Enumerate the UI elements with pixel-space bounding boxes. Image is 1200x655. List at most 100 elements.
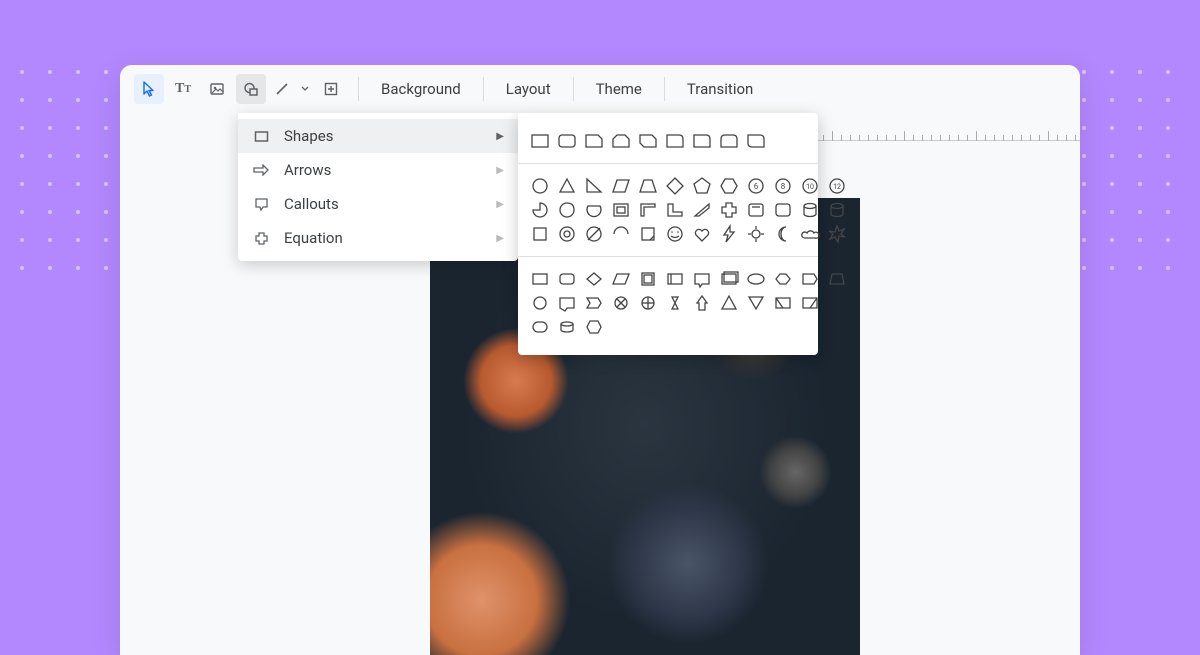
shape-pentagon[interactable]: [692, 176, 712, 196]
shape-diag-stripe[interactable]: [692, 200, 712, 220]
shape-flow-round2[interactable]: [530, 317, 550, 337]
shape-snip-diag[interactable]: [638, 131, 658, 151]
shape-flow-plus[interactable]: [638, 293, 658, 313]
text-tool[interactable]: TT: [168, 74, 198, 104]
background-button[interactable]: Background: [371, 74, 471, 104]
shape-rectangle[interactable]: [530, 131, 550, 151]
shape-flow-doc[interactable]: [638, 269, 658, 289]
shape-flow-card[interactable]: [746, 269, 766, 289]
shape-flow-x[interactable]: [665, 293, 685, 313]
shape-flow-half1[interactable]: [773, 293, 793, 313]
menu-item-callouts[interactable]: Callouts ▶: [238, 187, 518, 221]
shape-round-single[interactable]: [692, 131, 712, 151]
shape-flow-down[interactable]: [746, 293, 766, 313]
shape-trapezoid[interactable]: [638, 176, 658, 196]
shape-flow-cross[interactable]: [611, 293, 631, 313]
shape-donut[interactable]: [557, 224, 577, 244]
shape-dodecagon[interactable]: 12: [827, 176, 847, 196]
shape-tool[interactable]: [236, 74, 266, 104]
shape-diamond[interactable]: [665, 176, 685, 196]
shape-explosion[interactable]: [827, 224, 847, 244]
menu-item-arrows[interactable]: Arrows ▶: [238, 153, 518, 187]
shape-flow-hex[interactable]: [800, 269, 820, 289]
menu-label: Callouts: [284, 195, 482, 213]
shape-snip-round[interactable]: [665, 131, 685, 151]
menu-label: Equation: [284, 229, 482, 247]
menu-label: Shapes: [284, 127, 482, 145]
shape-heptagon[interactable]: 6: [746, 176, 766, 196]
shape-flow-para[interactable]: [611, 269, 631, 289]
shape-flow-round[interactable]: [557, 269, 577, 289]
shape-arc[interactable]: [746, 200, 766, 220]
divider: [518, 256, 818, 257]
shape-parallelogram[interactable]: [611, 176, 631, 196]
shape-flow-cyl[interactable]: [557, 317, 577, 337]
shape-circle[interactable]: [530, 176, 550, 196]
shape-block-arc[interactable]: [584, 224, 604, 244]
line-dropdown[interactable]: [298, 74, 312, 104]
shape-triangle[interactable]: [557, 176, 577, 196]
arrow-icon: [252, 164, 270, 176]
shape-round-same[interactable]: [719, 131, 739, 151]
line-tool[interactable]: [270, 74, 294, 104]
shape-flow-rhombus[interactable]: [584, 269, 604, 289]
shape-flow-hex2[interactable]: [584, 317, 604, 337]
shape-decagon[interactable]: 10: [800, 176, 820, 196]
transition-button[interactable]: Transition: [677, 74, 763, 104]
shape-flow-pent[interactable]: [773, 269, 793, 289]
select-tool[interactable]: [134, 74, 164, 104]
shape-flow-rect[interactable]: [530, 269, 550, 289]
shape-curved[interactable]: [638, 224, 658, 244]
shape-flow-multi[interactable]: [665, 269, 685, 289]
shape-cloud[interactable]: [800, 224, 820, 244]
shape-flow-tri[interactable]: [719, 293, 739, 313]
shape-right-tri[interactable]: [584, 176, 604, 196]
shape-folded[interactable]: [611, 224, 631, 244]
shape-flow-merge[interactable]: [557, 293, 577, 313]
shape-smiley[interactable]: [665, 224, 685, 244]
layout-button[interactable]: Layout: [496, 74, 561, 104]
menu-item-equation[interactable]: Equation ▶: [238, 221, 518, 255]
shape-square[interactable]: [530, 224, 550, 244]
shape-snip-same[interactable]: [611, 131, 631, 151]
shape-can[interactable]: [800, 200, 820, 220]
shape-half-frame[interactable]: [638, 200, 658, 220]
toolbar: TT Background Layout Theme Transition: [120, 65, 1080, 114]
shape-moon[interactable]: [773, 224, 793, 244]
shape-flow-circ[interactable]: [530, 293, 550, 313]
comment-tool[interactable]: [316, 74, 346, 104]
menu-label: Arrows: [284, 161, 482, 179]
shape-pie[interactable]: [530, 200, 550, 220]
shape-teardrop[interactable]: [557, 200, 577, 220]
theme-button[interactable]: Theme: [586, 74, 652, 104]
shape-round-diag[interactable]: [746, 131, 766, 151]
svg-text:12: 12: [833, 183, 841, 191]
shape-flow-blank[interactable]: [611, 317, 631, 337]
shape-flow-db[interactable]: [584, 293, 604, 313]
shape-frame[interactable]: [611, 200, 631, 220]
image-tool[interactable]: [202, 74, 232, 104]
menu-item-shapes[interactable]: Shapes ▶: [238, 119, 518, 153]
shape-flow-trap[interactable]: [827, 269, 847, 289]
shape-chord[interactable]: [584, 200, 604, 220]
shape-plaque[interactable]: [773, 200, 793, 220]
shape-octagon[interactable]: 8: [773, 176, 793, 196]
shape-l-shape[interactable]: [665, 200, 685, 220]
shape-cross[interactable]: [719, 200, 739, 220]
shape-lightning[interactable]: [719, 224, 739, 244]
callout-icon: [252, 197, 270, 212]
shape-menu: Shapes ▶ Arrows ▶ Callouts ▶ Equation ▶: [238, 113, 518, 261]
shape-cylinder[interactable]: [827, 200, 847, 220]
shape-sun[interactable]: [746, 224, 766, 244]
shape-rounded-rect[interactable]: [557, 131, 577, 151]
shape-flow-half2[interactable]: [800, 293, 820, 313]
shape-gallery: 681012: [518, 113, 818, 355]
shape-hexagon[interactable]: [719, 176, 739, 196]
shape-heart[interactable]: [692, 224, 712, 244]
shape-flow-data[interactable]: [692, 269, 712, 289]
gallery-section-flowchart: [518, 259, 818, 347]
shape-snip-single[interactable]: [584, 131, 604, 151]
separator: [358, 77, 359, 101]
shape-flow-up[interactable]: [692, 293, 712, 313]
shape-flow-io[interactable]: [719, 269, 739, 289]
